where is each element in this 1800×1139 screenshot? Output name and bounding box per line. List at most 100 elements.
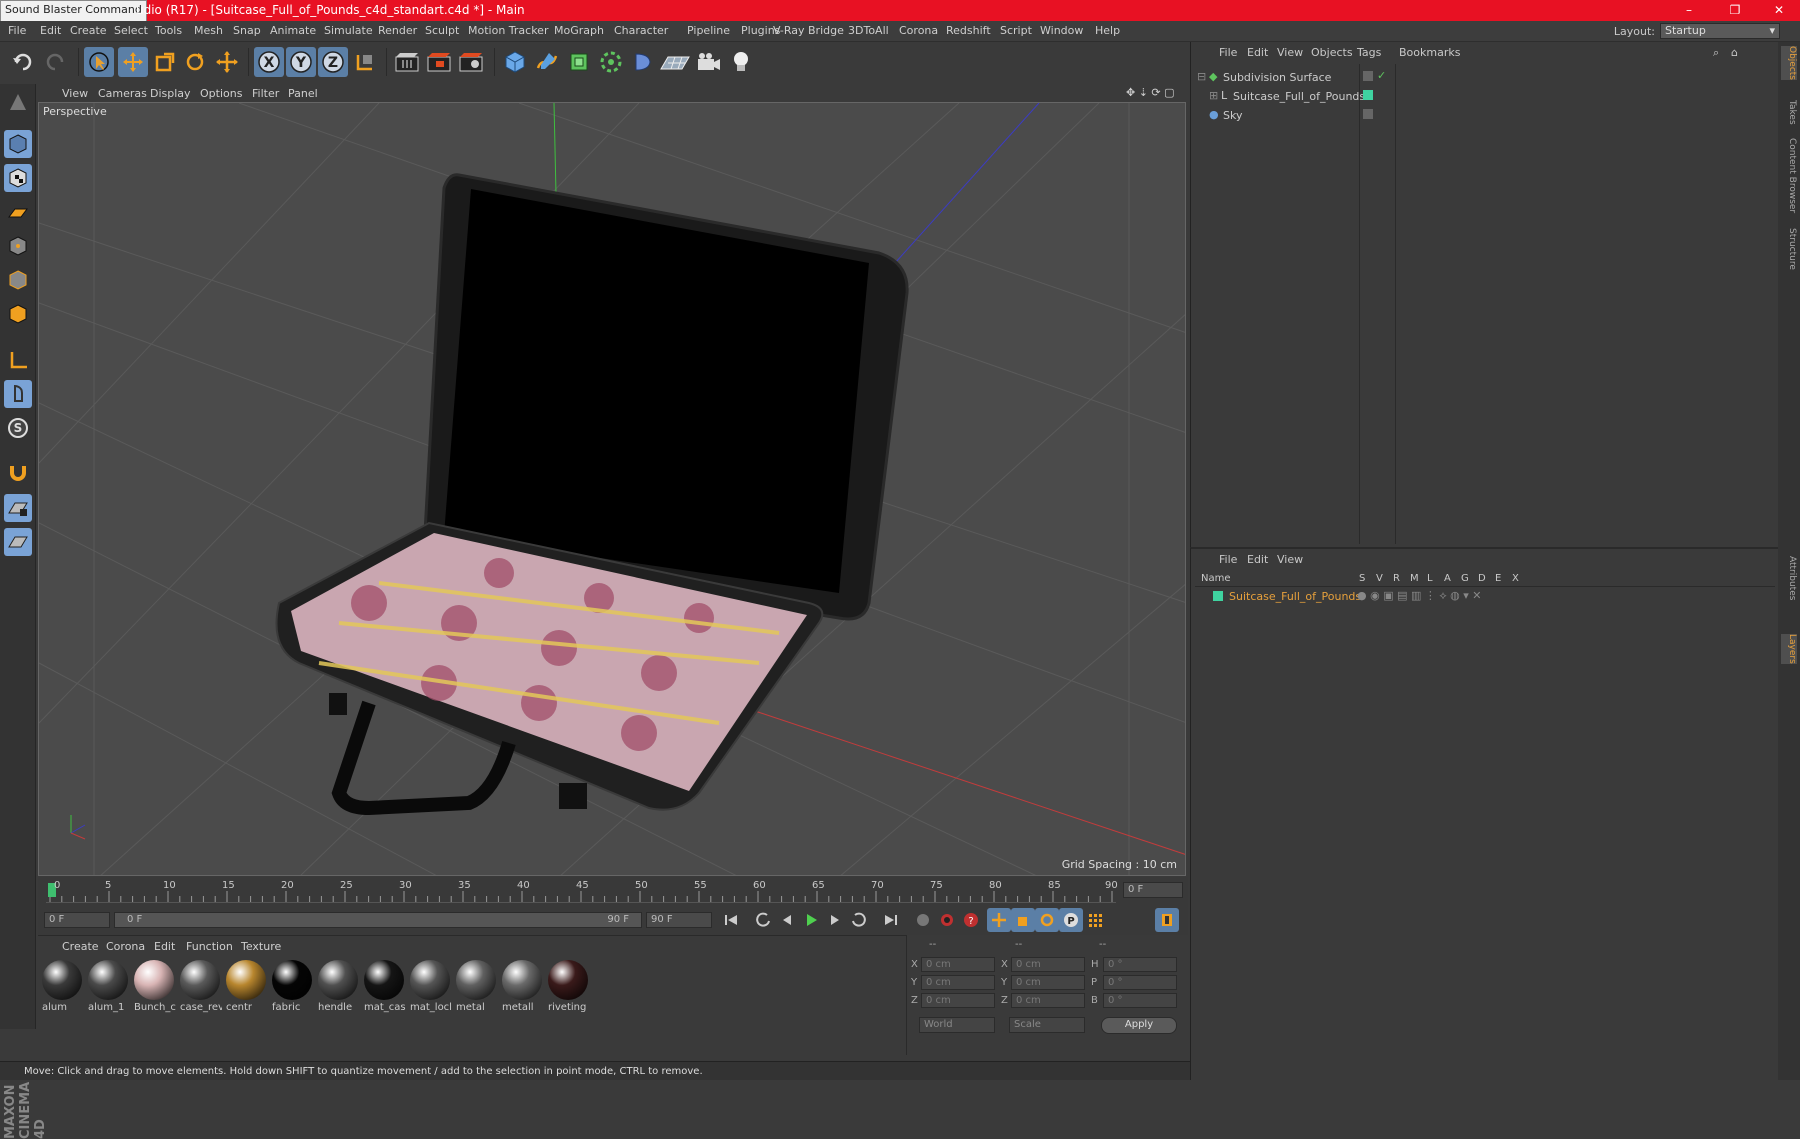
obj-menu-view[interactable]: View [1277, 46, 1303, 59]
timeline-track[interactable]: 0 5 10 15 20 25 30 35 40 45 50 55 60 65 … [46, 877, 1118, 903]
material-swatch[interactable]: riveting [546, 958, 590, 1016]
select-cursor-icon[interactable] [84, 47, 114, 77]
rotate-icon[interactable] [180, 47, 210, 77]
material-swatch[interactable]: metal [454, 958, 498, 1016]
menu-snap[interactable]: Snap [233, 24, 261, 37]
polygons-mode-icon[interactable] [4, 300, 32, 328]
menu-redshift[interactable]: Redshift [946, 24, 991, 37]
layer-swatch[interactable] [1363, 90, 1373, 100]
coordinate-mode-select[interactable]: World [919, 1017, 995, 1033]
close-button[interactable]: ✕ [1756, 0, 1800, 21]
layer-color-swatch[interactable] [1213, 591, 1223, 601]
viewport-menu-options[interactable]: Options [200, 87, 242, 100]
obj-menu-edit[interactable]: Edit [1247, 46, 1268, 59]
rotation-b-field[interactable]: 0 ° [1103, 993, 1177, 1008]
size-x-field[interactable]: 0 cm [1011, 957, 1085, 972]
frame-range-slider[interactable]: 0 F 90 F [114, 912, 642, 928]
layer-name[interactable]: Suitcase_Full_of_Pounds [1229, 590, 1361, 603]
texture-mode-icon[interactable] [4, 164, 32, 192]
light-icon[interactable] [726, 47, 756, 77]
material-swatch[interactable]: mat_locl [408, 958, 452, 1016]
material-swatch[interactable]: centr [224, 958, 268, 1016]
menu-corona[interactable]: Corona [899, 24, 938, 37]
end-frame-field[interactable]: 90 F [646, 912, 712, 928]
material-menu-edit[interactable]: Edit [154, 940, 175, 953]
floor-icon[interactable] [660, 47, 690, 77]
menu-select[interactable]: Select [114, 24, 148, 37]
menu-script[interactable]: Script [1000, 24, 1032, 37]
menu-create[interactable]: Create [70, 24, 107, 37]
viewport-menu-cameras[interactable]: Cameras [98, 87, 147, 100]
move-icon[interactable] [118, 47, 148, 77]
material-swatch[interactable]: metall [500, 958, 544, 1016]
cloner-icon[interactable] [596, 47, 626, 77]
layer-toggle-icons[interactable]: ● ◉ ▣ ▤ ▥ ⋮ ⟡ ◍ ▾ ✕ [1357, 589, 1481, 603]
position-x-field[interactable]: 0 cm [921, 957, 995, 972]
material-menu-texture[interactable]: Texture [241, 940, 281, 953]
size-mode-select[interactable]: Scale [1009, 1017, 1085, 1033]
record-keys-icon[interactable] [911, 908, 935, 932]
material-menu-corona[interactable]: Corona [106, 940, 145, 953]
spline-pen-icon[interactable] [532, 47, 562, 77]
workplane-icon[interactable] [4, 198, 32, 226]
minimize-button[interactable]: – [1666, 0, 1712, 21]
apply-button[interactable]: Apply [1101, 1017, 1177, 1034]
tab-content-browser[interactable]: Content Browser [1781, 138, 1797, 213]
rotation-h-field[interactable]: 0 ° [1103, 957, 1177, 972]
play-icon[interactable] [799, 908, 823, 932]
object-row-subdivision[interactable]: ⊟ ◆ Subdivision Surface ✓ [1195, 69, 1775, 87]
menu-motion-tracker[interactable]: Motion Tracker [468, 24, 548, 37]
previous-key-icon[interactable] [751, 908, 775, 932]
layer-row[interactable]: Suitcase_Full_of_Pounds ● ◉ ▣ ▤ ▥ ⋮ ⟡ ◍ … [1195, 589, 1775, 607]
material-swatch[interactable]: mat_cas [362, 958, 406, 1016]
collapse-icon[interactable]: ⊟ [1197, 70, 1206, 83]
current-frame-field[interactable]: 0 F [1123, 882, 1183, 898]
axis-z-icon[interactable]: Z [318, 47, 348, 77]
loop-icon[interactable] [847, 908, 871, 932]
obj-menu-file[interactable]: File [1219, 46, 1237, 59]
restore-button[interactable]: ❐ [1712, 0, 1758, 21]
next-frame-icon[interactable] [823, 908, 847, 932]
solo-icon[interactable]: S [4, 414, 32, 442]
enabled-check-icon[interactable]: ✓ [1377, 69, 1386, 82]
object-row-sky[interactable]: ● Sky [1195, 107, 1775, 125]
material-swatch[interactable]: case_rev [178, 958, 222, 1016]
layer-menu-edit[interactable]: Edit [1247, 553, 1268, 566]
menu-tools[interactable]: Tools [155, 24, 182, 37]
transform-icon[interactable] [212, 47, 242, 77]
tab-objects[interactable]: Objects [1781, 46, 1797, 81]
menu-render[interactable]: Render [378, 24, 417, 37]
size-y-field[interactable]: 0 cm [1011, 975, 1085, 990]
obj-menu-objects[interactable]: Objects [1311, 46, 1353, 59]
tweak-mode-icon[interactable] [4, 380, 32, 408]
subdivision-icon[interactable] [564, 47, 594, 77]
layer-swatch[interactable] [1363, 71, 1373, 81]
coordinate-system-icon[interactable] [350, 47, 380, 77]
make-editable-icon[interactable] [4, 88, 32, 116]
snap-magnet-icon[interactable] [4, 458, 32, 486]
search-icon[interactable]: ⌕ [1713, 46, 1719, 60]
timeline-ruler[interactable]: 0 5 10 15 20 25 30 35 40 45 50 55 60 65 … [38, 877, 1188, 905]
keyframe-help-icon[interactable]: ? [959, 908, 983, 932]
material-menu-function[interactable]: Function [186, 940, 233, 953]
menu-character[interactable]: Character [614, 24, 668, 37]
key-position-icon[interactable] [987, 908, 1011, 932]
render-settings-icon[interactable] [456, 47, 486, 77]
menu-vray-bridge[interactable]: V-Ray Bridge [773, 24, 844, 37]
viewport-menu-filter[interactable]: Filter [252, 87, 279, 100]
obj-menu-bookmarks[interactable]: Bookmarks [1399, 46, 1460, 59]
menu-sculpt[interactable]: Sculpt [425, 24, 459, 37]
tab-structure[interactable]: Structure [1781, 228, 1797, 270]
redo-icon[interactable] [40, 47, 70, 77]
model-mode-icon[interactable] [4, 130, 32, 158]
axis-y-icon[interactable]: Y [286, 47, 316, 77]
points-mode-icon[interactable] [4, 232, 32, 260]
lock-workplane-icon[interactable] [4, 494, 32, 522]
planar-workplane-icon[interactable] [4, 528, 32, 556]
layer-swatch[interactable] [1363, 109, 1373, 119]
home-icon[interactable]: ⌂ [1731, 46, 1738, 59]
camera-icon[interactable] [694, 47, 724, 77]
object-row-suitcase[interactable]: ⊞ L Suitcase_Full_of_Pounds [1195, 88, 1775, 106]
position-y-field[interactable]: 0 cm [921, 975, 995, 990]
go-to-start-icon[interactable] [719, 908, 743, 932]
